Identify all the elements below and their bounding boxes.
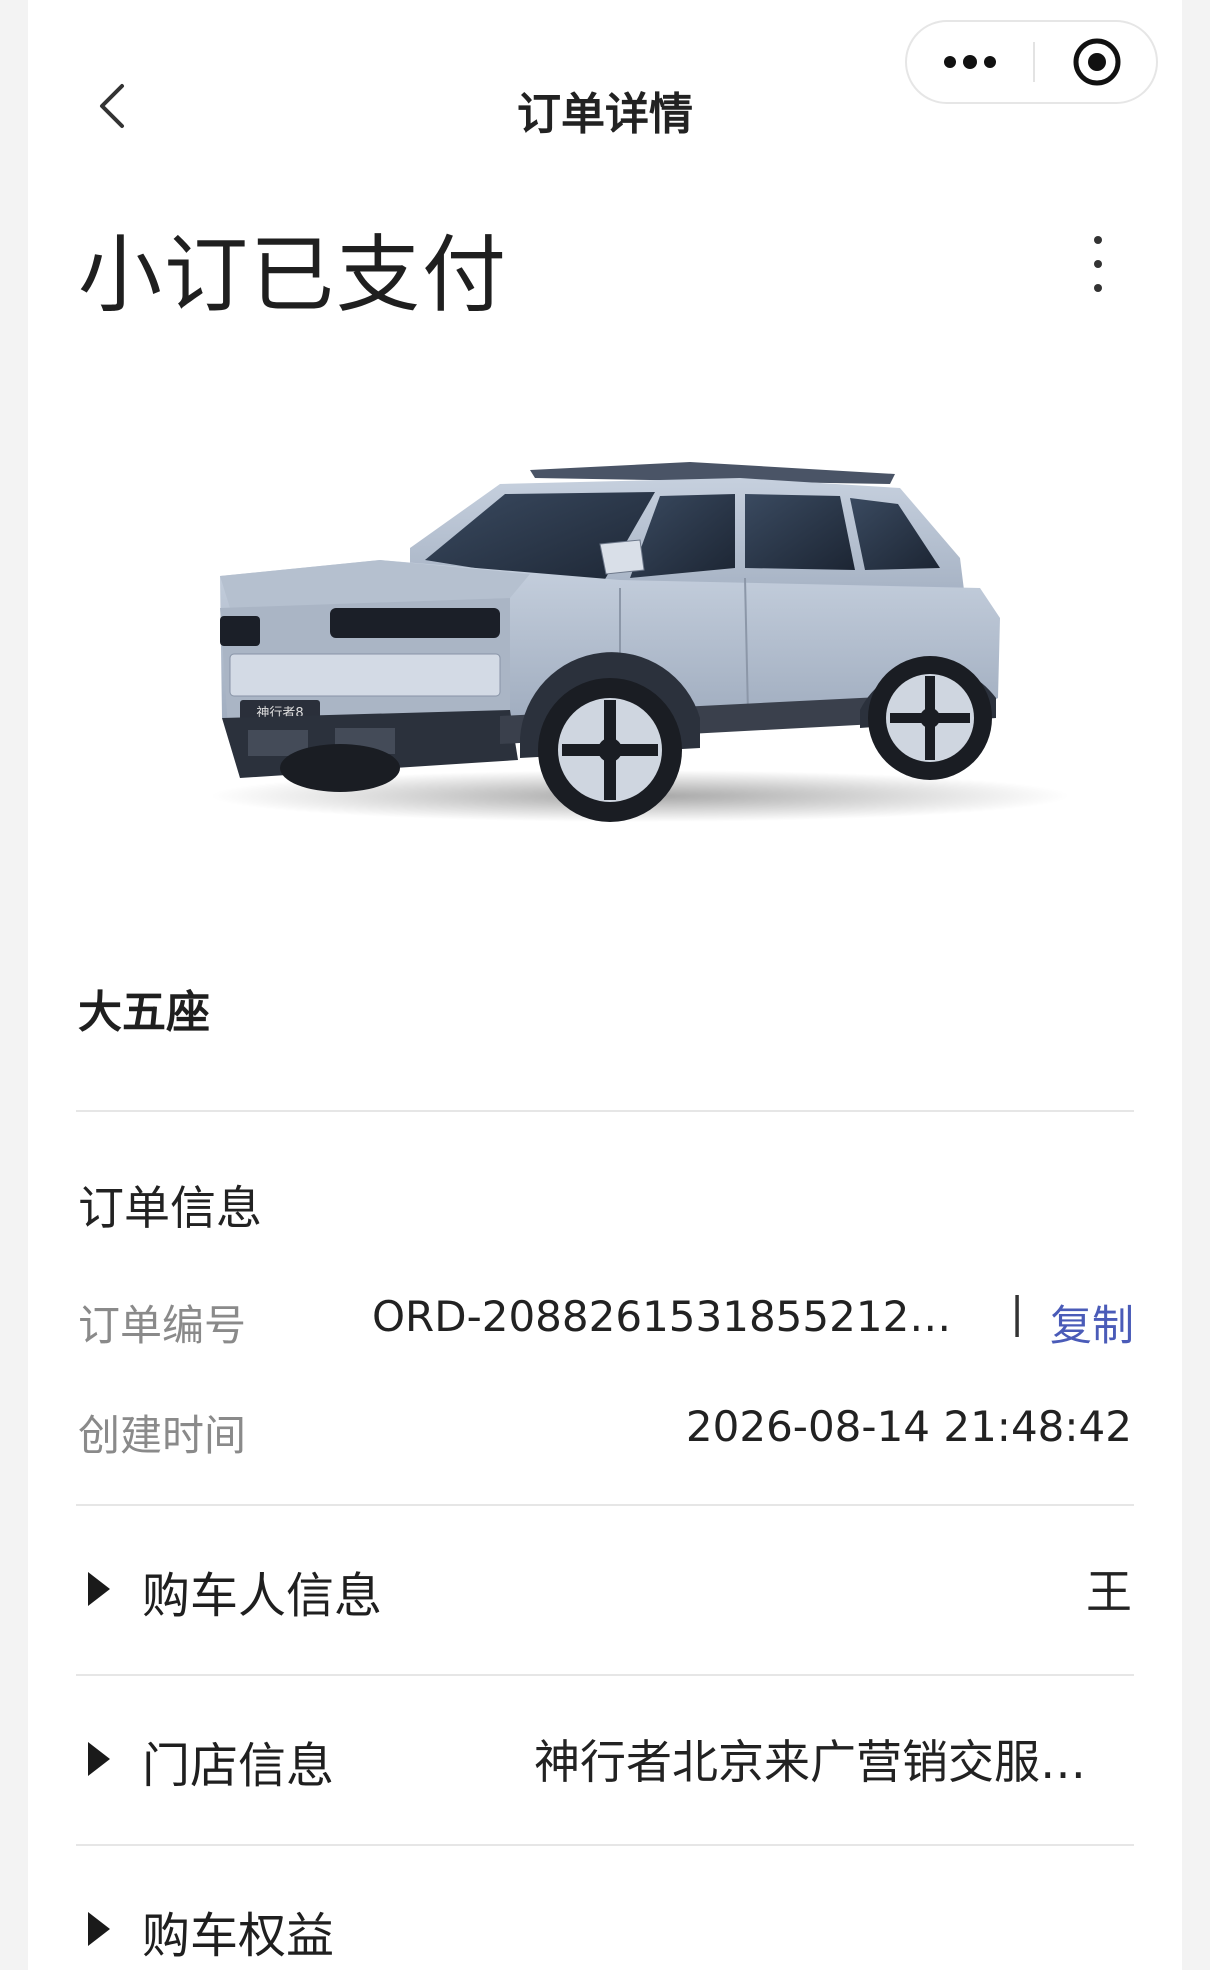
target-close-icon (1073, 38, 1120, 86)
buyer-info-row[interactable]: 购车人信息 王 (76, 1544, 1134, 1634)
copy-button[interactable]: 复制 (1050, 1292, 1134, 1353)
vertical-dots-icon (1094, 236, 1102, 292)
left-edge (0, 0, 28, 1970)
order-number-value: ORD-208826153185521254569 (372, 1292, 972, 1341)
car-image: 神行者8 (210, 462, 1070, 822)
more-options-button[interactable] (1078, 232, 1118, 296)
benefits-label: 购车权益 (142, 1908, 335, 1964)
mini-program-capsule (905, 20, 1158, 104)
order-info-title: 订单信息 (78, 1181, 262, 1235)
order-status-title: 小订已支付 (78, 226, 509, 324)
divider (76, 1674, 1134, 1676)
order-detail-page: 订单详情 小订已支付 神行者8 大五座 订单信息 订单编号 ORD-208826… (0, 0, 1210, 1970)
order-number-label: 订单编号 (78, 1301, 247, 1350)
expand-triangle-icon (88, 1742, 110, 1776)
store-info-label: 门店信息 (142, 1738, 335, 1794)
car-variant: 大五座 (78, 987, 210, 1038)
more-dots-icon (944, 55, 996, 69)
more-button[interactable] (907, 22, 1033, 102)
divider (76, 1844, 1134, 1846)
right-edge (1182, 0, 1210, 1970)
divider (76, 1504, 1134, 1506)
expand-triangle-icon (88, 1912, 110, 1946)
buyer-info-label: 购车人信息 (142, 1568, 383, 1624)
created-time-value: 2026-08-14 21:48:42 (685, 1402, 1132, 1451)
divider (76, 1110, 1134, 1112)
buyer-info-value: 王 (1086, 1565, 1132, 1619)
store-info-row[interactable]: 门店信息 神行者北京来广营销交服务中心 (76, 1714, 1134, 1804)
expand-triangle-icon (88, 1572, 110, 1606)
benefits-row[interactable]: 购车权益 (76, 1884, 1134, 1970)
created-time-label: 创建时间 (78, 1411, 247, 1460)
store-info-value: 神行者北京来广营销交服务中心 (534, 1735, 1104, 1789)
close-button[interactable] (1035, 22, 1158, 102)
separator: | (1010, 1288, 1025, 1337)
